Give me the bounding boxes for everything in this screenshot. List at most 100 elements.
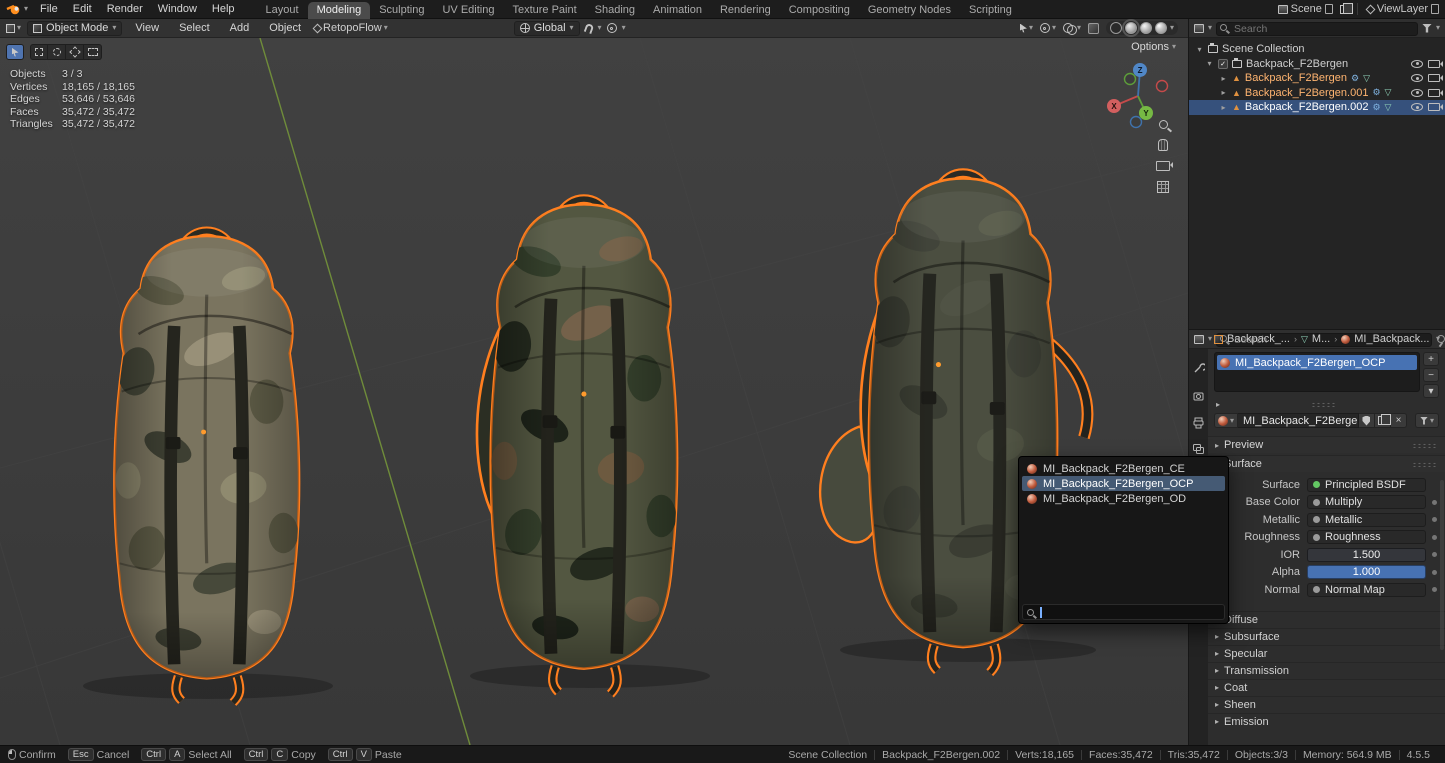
selectability-dropdown[interactable]: ▾ [1020,24,1033,33]
surface-section-header[interactable]: ▾ Surface [1208,455,1445,472]
tab-geometry-nodes[interactable]: Geometry Nodes [859,2,960,19]
hide-eye-icon[interactable] [1411,89,1423,97]
remove-slot-button[interactable]: − [1423,368,1439,382]
outliner-search-input[interactable] [1216,22,1418,36]
tab-compositing[interactable]: Compositing [780,2,859,19]
axis-z-negative[interactable] [1131,117,1142,128]
collection-checkbox[interactable]: ✓ [1218,59,1228,69]
dropdown-item-ocp[interactable]: MI_Backpack_F2Bergen_OCP [1022,476,1225,491]
menu-select[interactable]: Select [172,21,217,35]
roughness-input-button[interactable]: Roughness [1307,530,1426,544]
menu-window[interactable]: Window [151,2,204,16]
proportional-falloff-dropdown[interactable]: ▾ [622,24,626,32]
decorate-dot[interactable] [1432,517,1437,522]
menu-file[interactable]: File [33,2,65,16]
outliner-row-scene-collection[interactable]: ▾ Scene Collection [1189,42,1445,57]
ior-slider[interactable]: 1.500 [1307,548,1426,562]
slot-specials-button[interactable]: ▾ [1423,384,1439,398]
outliner-row-object-2[interactable]: ▸ ▲ Backpack_F2Bergen.001 ⚙ ▽ [1189,86,1445,101]
fake-user-button[interactable] [1359,413,1375,428]
section-sheen[interactable]: ▸Sheen [1208,696,1445,713]
menu-help[interactable]: Help [205,2,242,16]
outliner-editor-icon[interactable] [1194,24,1204,33]
resize-grip[interactable] [1311,402,1337,407]
menu-object[interactable]: Object [262,21,308,35]
tab-texture-paint[interactable]: Texture Paint [503,2,585,19]
section-transmission[interactable]: ▸Transmission [1208,662,1445,679]
overlays-dropdown[interactable]: ▾ [1063,23,1081,33]
tab-sculpting[interactable]: Sculpting [370,2,433,19]
decorate-dot[interactable] [1432,500,1437,505]
tab-rendering[interactable]: Rendering [711,2,780,19]
add-slot-button[interactable]: + [1423,352,1439,366]
new-viewlayer-icon[interactable] [1431,4,1439,14]
3d-viewport[interactable]: Objects3 / 3 Vertices18,165 / 18,165 Edg… [0,38,1188,745]
outliner-row-object-1[interactable]: ▸ ▲ Backpack_F2Bergen ⚙ ▽ [1189,71,1445,86]
shading-material-button[interactable] [1140,22,1152,34]
dropdown-item-ce[interactable]: MI_Backpack_F2Bergen_CE [1022,461,1225,476]
decorate-dot[interactable] [1432,570,1437,575]
hide-eye-icon[interactable] [1411,60,1423,68]
disable-render-camera-icon[interactable] [1428,74,1440,82]
disable-render-camera-icon[interactable] [1428,89,1440,97]
filter-icon[interactable] [1422,24,1432,33]
breadcrumb-object[interactable]: Backpack_... [1227,333,1290,345]
options-button[interactable]: Options ▾ [1131,41,1176,53]
axis-x-negative[interactable] [1157,81,1168,92]
properties-editor-icon[interactable] [1194,335,1204,344]
expand-icon[interactable]: ▸ [1219,103,1228,112]
gizmos-dropdown[interactable]: ▾ [1040,23,1056,33]
hide-eye-icon[interactable] [1411,74,1423,82]
browse-material-button[interactable]: ▾ [1214,413,1238,428]
surface-shader-button[interactable]: Principled BSDF [1307,478,1426,492]
duplicate-material-button[interactable] [1375,413,1391,428]
copy-scene-icon[interactable] [1340,5,1348,14]
decorate-dot[interactable] [1432,535,1437,540]
preview-section-header[interactable]: ▸ Preview [1208,436,1445,453]
tab-modeling[interactable]: Modeling [308,2,371,19]
menu-edit[interactable]: Edit [66,2,99,16]
tab-shading[interactable]: Shading [586,2,644,19]
menu-view[interactable]: View [128,21,166,35]
breadcrumb-material[interactable]: MI_Backpack... [1354,333,1429,345]
section-subsurface[interactable]: ▸Subsurface [1208,628,1445,645]
snap-settings-dropdown[interactable]: ▾ [598,24,602,32]
hide-eye-icon[interactable] [1411,103,1423,111]
section-emission[interactable]: ▸Emission [1208,713,1445,730]
xray-toggle-button[interactable] [1088,23,1099,34]
tab-uv-editing[interactable]: UV Editing [433,2,503,19]
transform-orientation-dropdown[interactable]: Global ▾ [514,21,580,36]
unlink-material-button[interactable]: × [1391,413,1407,428]
mode-selector[interactable]: Object Mode ▾ [27,21,122,36]
properties-tab-render[interactable] [1189,386,1208,404]
shading-wireframe-button[interactable] [1110,22,1122,34]
base-color-input-button[interactable]: Multiply [1307,495,1426,509]
expand-icon[interactable]: ▸ [1219,74,1228,83]
snap-toggle-button[interactable] [585,24,593,33]
outliner-row-collection[interactable]: ▾ ✓ Backpack_F2Bergen [1189,57,1445,72]
outliner-search[interactable] [1216,21,1418,35]
pan-hand-icon[interactable] [1158,139,1168,151]
shading-settings-dropdown[interactable]: ▾ [1170,24,1174,32]
select-lasso-tool-button[interactable] [66,44,84,60]
material-slot-list[interactable]: MI_Backpack_F2Bergen_OCP [1214,352,1420,392]
dropdown-item-od[interactable]: MI_Backpack_F2Bergen_OD [1022,491,1225,506]
retopoflow-menu[interactable]: RetopoFlow ▾ [314,22,388,34]
expand-icon[interactable]: ▸ [1216,400,1220,409]
blender-menu-button[interactable]: ▾ [6,4,28,15]
new-scene-icon[interactable] [1325,4,1333,14]
tab-layout[interactable]: Layout [257,2,308,19]
orthographic-grid-icon[interactable] [1157,181,1169,193]
axis-y-negative[interactable] [1125,74,1136,85]
dropdown-search-field[interactable] [1022,604,1225,620]
3d-scene[interactable] [0,38,1188,745]
metallic-input-button[interactable]: Metallic [1307,513,1426,527]
select-tweak-tool-button[interactable] [6,44,24,60]
disable-render-camera-icon[interactable] [1428,103,1440,111]
properties-tab-output[interactable] [1189,413,1208,431]
select-circle-tool-button[interactable] [48,44,66,60]
zoom-icon[interactable] [1159,120,1168,129]
decorate-dot[interactable] [1432,587,1437,592]
material-slot-active[interactable]: MI_Backpack_F2Bergen_OCP [1217,355,1417,370]
normal-input-button[interactable]: Normal Map [1307,583,1426,597]
